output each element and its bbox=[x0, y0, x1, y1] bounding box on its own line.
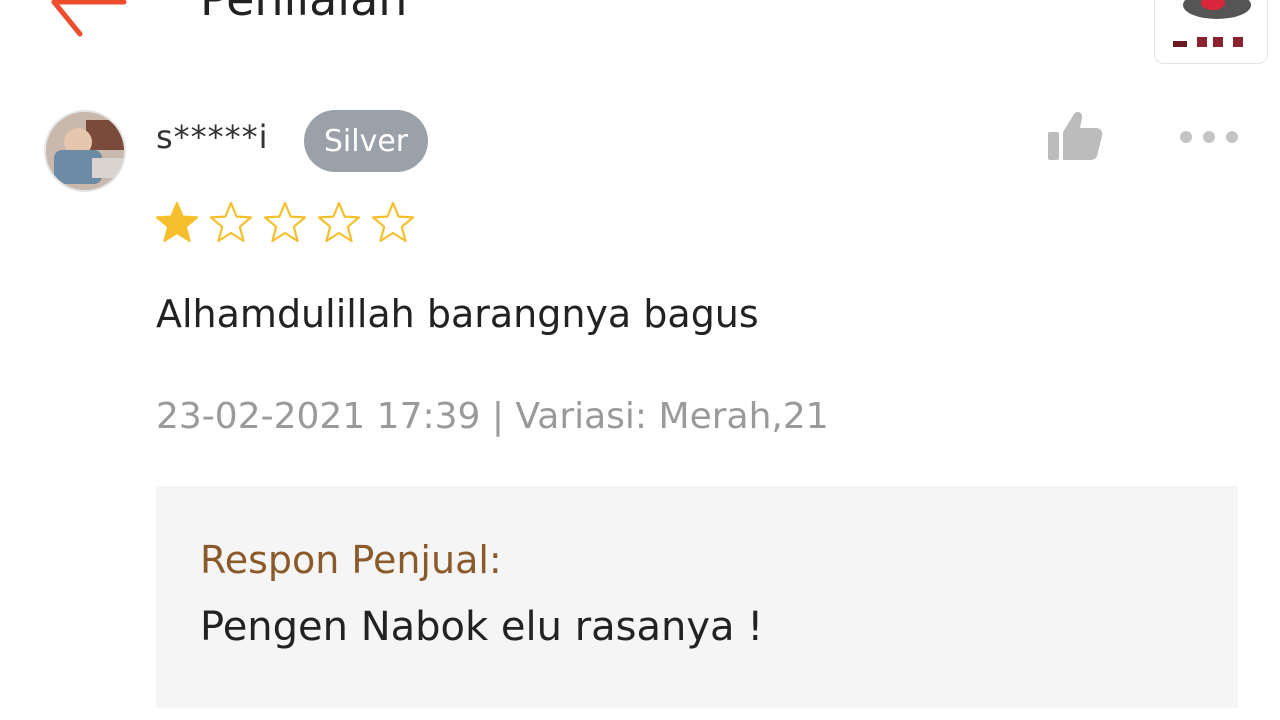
product-thumbnail[interactable] bbox=[1154, 0, 1268, 64]
meta-separator: | bbox=[480, 396, 516, 437]
thumbs-up-icon bbox=[1048, 111, 1103, 160]
review-date: 23-02-2021 17:39 bbox=[156, 396, 481, 437]
star-empty-icon bbox=[263, 201, 307, 243]
star-filled-icon bbox=[155, 201, 199, 243]
star-rating bbox=[154, 200, 416, 248]
review-meta: 23-02-2021 17:39 | Variasi: Merah,21 bbox=[156, 396, 829, 437]
reviewer-avatar bbox=[44, 110, 126, 192]
arrow-left-icon bbox=[51, 0, 127, 37]
review-text: Alhamdulillah barangnya bagus bbox=[156, 292, 759, 336]
seller-response-label: Respon Penjual: bbox=[200, 538, 502, 582]
more-options-button[interactable] bbox=[1176, 122, 1242, 152]
like-button[interactable] bbox=[1044, 110, 1104, 164]
member-badge: Silver bbox=[304, 110, 428, 172]
review-page: Penilaian s*****i Silver bbox=[0, 0, 1280, 720]
product-image bbox=[1173, 0, 1251, 47]
page-title: Penilaian bbox=[200, 0, 407, 30]
star-empty-icon bbox=[209, 201, 253, 243]
reviewer-name: s*****i bbox=[156, 118, 269, 156]
back-button[interactable] bbox=[40, 0, 140, 42]
seller-response-text: Pengen Nabok elu rasanya ! bbox=[200, 604, 764, 650]
review-variation: Variasi: Merah,21 bbox=[515, 396, 829, 437]
avatar-image bbox=[46, 112, 124, 190]
seller-response-box: Respon Penjual: Pengen Nabok elu rasanya… bbox=[156, 486, 1238, 708]
star-empty-icon bbox=[317, 201, 361, 243]
star-empty-icon bbox=[371, 201, 415, 243]
more-dots-icon bbox=[1180, 131, 1238, 143]
